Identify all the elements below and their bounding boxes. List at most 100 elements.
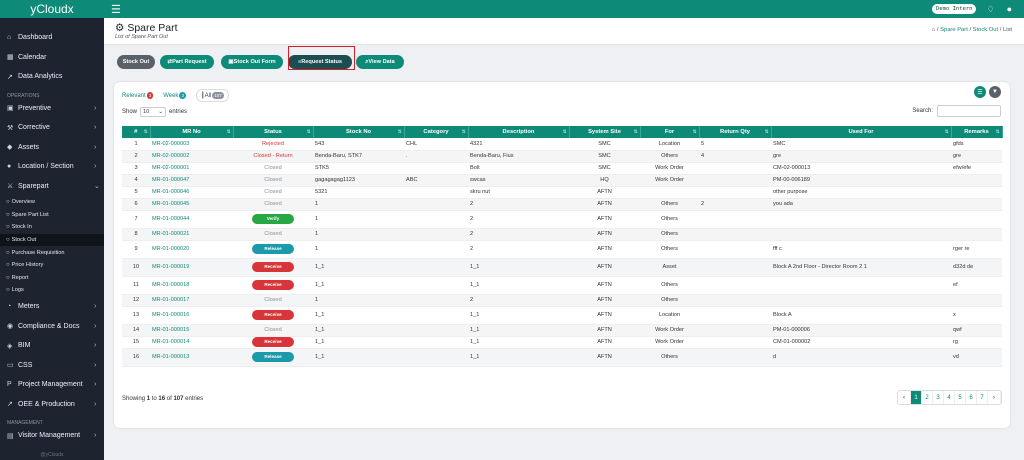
table-row[interactable]: 16 MR-01-000013 Release 1_1 1_1 AFTN Others d vd — [122, 348, 1002, 367]
sidebar-item-calendar[interactable]: ▦ Calendar — [0, 48, 104, 68]
column-header-stock-no[interactable]: Stock No ⇅ — [313, 126, 405, 138]
pagination-prev-button[interactable]: ‹ — [898, 391, 911, 404]
column-toggle-icon[interactable]: ☰ — [974, 86, 986, 98]
sidebar-item-dashboard[interactable]: ⌂ Dashboard — [0, 28, 104, 48]
table-row[interactable]: 3 MR-02-000001 Closed STK5 Bolt SMC Work Order… — [122, 162, 1002, 175]
sidebar-item-bim[interactable]: ◈ BIM › — [0, 336, 104, 356]
column-header-return-qty[interactable]: Return Qty ⇅ — [699, 126, 772, 138]
column-header-status[interactable]: Status ⇅ — [233, 126, 314, 138]
mr-no-link[interactable]: MR-01-000017 — [150, 294, 233, 307]
table-row[interactable]: 9 MR-01-000020 Release 1 2 AFTN Others fff c rge… — [122, 240, 1002, 259]
brand-logo[interactable]: yCloudx — [0, 0, 104, 18]
mr-no-link[interactable]: MR-01-000014 — [150, 336, 233, 349]
mr-no-link[interactable]: MR-02-000003 — [150, 138, 233, 151]
column-header-index[interactable]: # ⇅ — [122, 126, 151, 138]
table-row[interactable]: 15 MR-01-000014 Receive 1_1 1_1 AFTN Work Orde… — [122, 336, 1002, 349]
table-row[interactable]: 14 MR-01-000015 Closed 1_1 1_1 AFTN Work Order… — [122, 324, 1002, 337]
toolbar-part-request-button[interactable]: ⇄ Part Request — [160, 55, 214, 69]
home-icon[interactable]: ⌂ — [932, 27, 936, 33]
table-row[interactable]: 2 MR-02-000002 Closed - Return Benda-Baru, … — [122, 150, 1002, 163]
toolbar-stock-out-button[interactable]: Stock Out — [117, 55, 155, 69]
pagination-page-button[interactable]: 6 — [966, 391, 977, 404]
sidebar-subitem-overview[interactable]: ○ Overview — [0, 196, 104, 209]
column-header-category[interactable]: Category ⇅ — [404, 126, 469, 138]
sidebar-item-location-section[interactable]: ● Location / Section › — [0, 157, 104, 177]
toolbar-view-data-button[interactable]: ⌕ View Data — [356, 55, 404, 69]
sidebar-subitem-stock-out[interactable]: ○ Stock Out — [0, 233, 104, 247]
tab-all[interactable]: ┃ All 107 — [195, 89, 229, 102]
bell-icon[interactable]: ♢ — [986, 4, 994, 15]
table-row[interactable]: 8 MR-01-000021 Closed 1 2 AFTN Others — [122, 228, 1002, 241]
user-badge[interactable]: Demo Intern — [932, 4, 977, 14]
mr-no-link[interactable]: MR-01-000021 — [150, 228, 233, 241]
table-row[interactable]: 7 MR-01-000044 Verify 1 2 AFTN Others — [122, 210, 1002, 229]
column-header-used-for[interactable]: Used For ⇅ — [771, 126, 952, 138]
breadcrumb-item[interactable]: Stock Out — [973, 27, 998, 33]
pagination-page-button[interactable]: 1 — [911, 391, 922, 404]
mr-no-link[interactable]: MR-01-000020 — [150, 240, 233, 259]
status-receive-button[interactable]: Receive — [252, 310, 294, 320]
mr-no-link[interactable]: MR-01-000013 — [150, 348, 233, 367]
user-icon[interactable]: ● — [1007, 4, 1012, 14]
mr-no-link[interactable]: MR-01-000046 — [150, 186, 233, 199]
mr-no-link[interactable]: MR-01-000016 — [150, 306, 233, 325]
sidebar-item-sparepart[interactable]: ⚔ Sparepart ⌄ — [0, 177, 104, 197]
table-row[interactable]: 12 MR-01-000017 Closed 1 2 AFTN Others — [122, 294, 1002, 307]
sidebar-subitem-purchase-requisition[interactable]: ○ Purchase Requisition — [0, 246, 104, 259]
table-row[interactable]: 10 MR-01-000019 Receive 1_1 1_1 AFTN Asset Bloc… — [122, 258, 1002, 277]
sidebar-subitem-logs[interactable]: ○ Logs — [0, 284, 104, 297]
sidebar-item-assets[interactable]: ◆ Assets › — [0, 138, 104, 158]
sidebar-subitem-stock-in[interactable]: ○ Stock In — [0, 221, 104, 234]
mr-no-link[interactable]: MR-01-000019 — [150, 258, 233, 277]
sidebar-subitem-price-history[interactable]: ○ Price History — [0, 259, 104, 272]
tab-week[interactable]: Week 3 — [163, 92, 186, 99]
column-header-for[interactable]: For ⇅ — [640, 126, 700, 138]
mr-no-link[interactable]: MR-01-000045 — [150, 198, 233, 211]
mr-no-link[interactable]: MR-02-000002 — [150, 150, 233, 163]
status-receive-button[interactable]: Receive — [252, 337, 294, 347]
pagination-page-button[interactable]: 2 — [922, 391, 933, 404]
pagination-page-button[interactable]: 3 — [933, 391, 944, 404]
pagination-page-button[interactable]: 4 — [944, 391, 955, 404]
table-row[interactable]: 1 MR-02-000003 Rejected 543 CHL 4321 SMC Locati… — [122, 138, 1002, 151]
column-header-remarks[interactable]: Remarks ⇅ — [951, 126, 1003, 138]
sidebar-item-oee-production[interactable]: ↗ OEE & Production › — [0, 394, 104, 414]
tab-relevant[interactable]: Relevant 3 — [122, 92, 154, 99]
sidebar-subitem-spare-part-list[interactable]: ○ Spare Part List — [0, 209, 104, 222]
sidebar-item-compliance-docs[interactable]: ◉ Compliance & Docs › — [0, 316, 104, 336]
sidebar-item-preventive[interactable]: ▣ Preventive › — [0, 99, 104, 119]
toolbar-stock-out-form-button[interactable]: ▣ Stock Out Form — [221, 55, 283, 69]
mr-no-link[interactable]: MR-01-000015 — [150, 324, 233, 337]
mr-no-link[interactable]: MR-01-000047 — [150, 174, 233, 187]
sidebar-subitem-report[interactable]: ○ Report — [0, 272, 104, 285]
filter-icon[interactable]: ▼ — [989, 86, 1001, 98]
mr-no-link[interactable]: MR-02-000001 — [150, 162, 233, 175]
sidebar-item-meters[interactable]: ◔ Meters › — [0, 297, 104, 317]
status-receive-button[interactable]: Receive — [252, 262, 294, 272]
mr-no-link[interactable]: MR-01-000044 — [150, 210, 233, 229]
sidebar-item-corrective[interactable]: ⚒ Corrective › — [0, 118, 104, 138]
table-row[interactable]: 13 MR-01-000016 Receive 1_1 1_1 AFTN Location B… — [122, 306, 1002, 325]
menu-toggle-icon[interactable]: ☰ — [111, 3, 121, 16]
column-header-mr-no[interactable]: MR No ⇅ — [150, 126, 234, 138]
pagination-page-button[interactable]: 7 — [977, 391, 988, 404]
pagination-next-button[interactable]: › — [988, 391, 1001, 404]
status-release-button[interactable]: Release — [252, 352, 294, 362]
status-verify-button[interactable]: Verify — [252, 214, 294, 224]
column-header-description[interactable]: Description ⇅ — [468, 126, 570, 138]
breadcrumb-item[interactable]: Spare Part — [940, 27, 968, 33]
table-row[interactable]: 4 MR-01-000047 Closed gagagagag1123 ABC swcas… — [122, 174, 1002, 187]
table-row[interactable]: 6 MR-01-000045 Closed 1 2 AFTN Others 2 you ada — [122, 198, 1002, 211]
sidebar-item-project-management[interactable]: P Project Management › — [0, 375, 104, 395]
column-header-system-site[interactable]: System Site ⇅ — [569, 126, 641, 138]
sidebar-item-data-analytics[interactable]: ↗ Data Analytics — [0, 67, 104, 87]
table-row[interactable]: 11 MR-01-000018 Receive 1_1 1_1 AFTN Others ef — [122, 276, 1002, 295]
mr-no-link[interactable]: MR-01-000018 — [150, 276, 233, 295]
status-receive-button[interactable]: Receive — [252, 280, 294, 290]
table-row[interactable]: 5 MR-01-000046 Closed 5321 skru nut AFTN other… — [122, 186, 1002, 199]
pagination-page-button[interactable]: 5 — [955, 391, 966, 404]
sidebar-item-css[interactable]: ▭ CSS › — [0, 355, 104, 375]
entries-select[interactable]: 10 ⌄ — [140, 107, 167, 117]
search-input[interactable] — [937, 105, 1001, 117]
sidebar-item-visitor-management[interactable]: ▤ Visitor Management › — [0, 426, 104, 446]
